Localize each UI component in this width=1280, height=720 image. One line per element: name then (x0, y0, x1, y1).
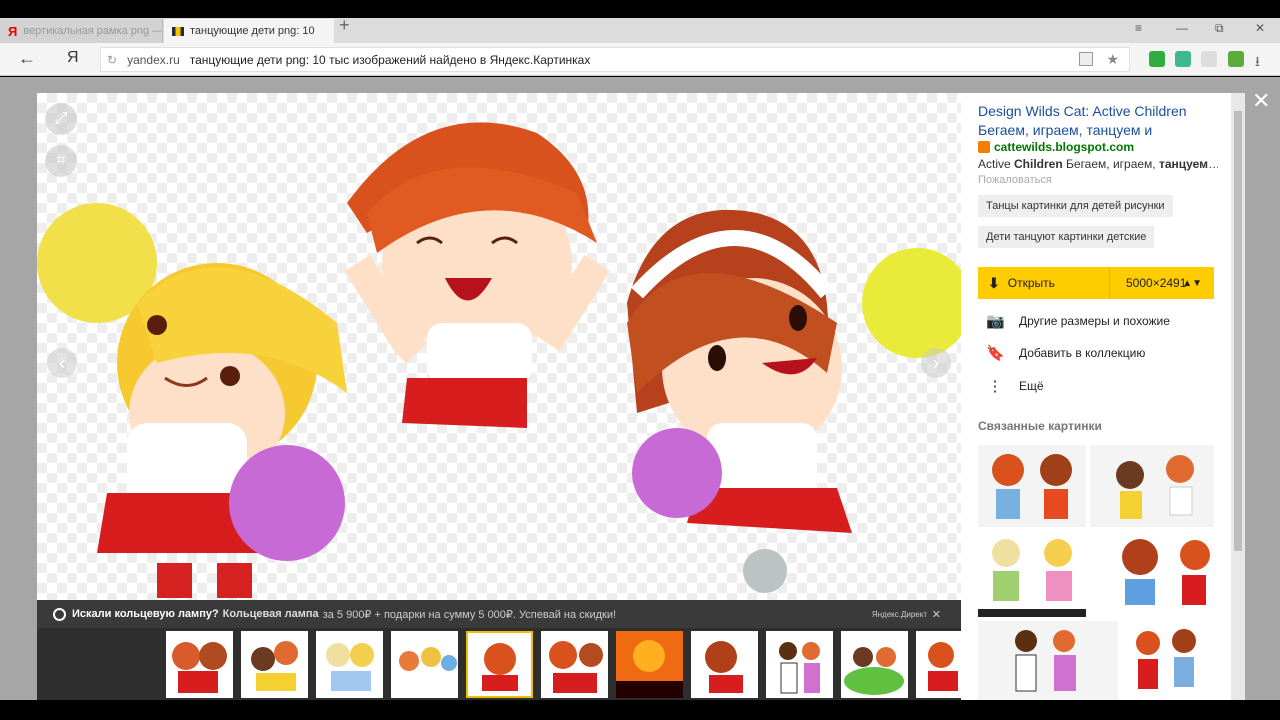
camera-icon: 📷 (986, 313, 1005, 330)
image-info-panel: Design Wilds Cat: Active Children Бегаем… (961, 93, 1231, 700)
related-image[interactable] (978, 445, 1086, 527)
thumbnail[interactable] (691, 631, 758, 698)
ad-text: за 5 900₽ + подарки на сумму 5 000₽. Усп… (322, 608, 617, 621)
ad-direct-label[interactable]: Яндекс.Директ (872, 610, 927, 619)
translate-extension-icon[interactable] (1228, 51, 1244, 67)
dancing-children-image (37, 122, 961, 598)
protect-shield-icon[interactable] (1149, 51, 1165, 67)
thumbnail[interactable] (166, 631, 233, 698)
boy-middle-figure (344, 122, 610, 428)
thumbnail[interactable] (841, 631, 908, 698)
close-window-button[interactable]: ✕ (1255, 21, 1265, 35)
tab-bar: Я вертикальная рамка png — танцующие дет… (0, 15, 1280, 43)
reload-icon[interactable]: ↻ (107, 53, 117, 67)
other-sizes-action[interactable]: 📷 Другие размеры и похожие (986, 312, 1170, 330)
screen-bottom-border (0, 700, 1280, 720)
thumbnail[interactable] (316, 631, 383, 698)
sort-arrows-icon[interactable]: ▲▼ (1182, 278, 1202, 289)
related-image[interactable] (1090, 445, 1214, 527)
thumbnail-strip (37, 628, 961, 700)
related-image[interactable] (978, 621, 1118, 700)
add-to-collection-action[interactable]: 🔖 Добавить в коллекцию (986, 344, 1145, 362)
thumbnail[interactable] (391, 631, 458, 698)
screen-top-border (0, 0, 1280, 18)
image-size-select[interactable]: 5000×2491 (1126, 276, 1186, 290)
action-label: Ещё (1019, 379, 1044, 393)
scrollbar-thumb[interactable] (1234, 111, 1242, 551)
source-site[interactable]: cattewilds.blogspot.com (978, 140, 1134, 154)
related-tag[interactable]: Танцы картинки для детей рисунки (978, 195, 1173, 217)
related-image[interactable] (978, 531, 1086, 617)
panel-scrollbar[interactable] (1231, 93, 1245, 700)
next-image-button[interactable]: › (921, 348, 951, 378)
related-image[interactable] (1090, 531, 1214, 617)
action-label: Другие размеры и похожие (1019, 314, 1170, 328)
source-title-link[interactable]: Design Wilds Cat: Active Children Бегаем… (978, 102, 1223, 140)
yandex-button[interactable]: Я (67, 49, 79, 67)
thumbnail[interactable] (616, 631, 683, 698)
related-heading: Связанные картинки (978, 419, 1102, 433)
url-domain: yandex.ru (127, 52, 180, 67)
action-label: Добавить в коллекцию (1019, 346, 1146, 360)
girl-left-figure (37, 203, 347, 598)
thumbnail-selected[interactable] (466, 631, 533, 698)
url-page-title: танцующие дети png: 10 тыс изображений н… (189, 52, 591, 67)
image-favicon-icon (172, 26, 184, 36)
tab-vertical-frame[interactable]: Я вертикальная рамка png — (0, 19, 163, 43)
yandex-favicon-icon: Я (8, 23, 18, 39)
more-action[interactable]: ⋮ Ещё (986, 377, 1044, 395)
prev-image-button[interactable]: ‹ (47, 348, 77, 378)
restore-button[interactable]: ⧉ (1215, 21, 1224, 36)
ad-close-button[interactable]: ✕ (932, 608, 941, 621)
minimize-button[interactable]: — (1176, 21, 1188, 35)
thumbnail[interactable] (241, 631, 308, 698)
related-image[interactable] (1122, 621, 1214, 700)
crop-icon[interactable]: ⌗ (45, 145, 77, 177)
tab-label: танцующие дети png: 10 (190, 25, 315, 37)
ad-question[interactable]: Искали кольцевую лампу? (72, 608, 219, 620)
ad-icon (53, 607, 66, 621)
menu-button[interactable]: ≡ (1135, 21, 1142, 35)
open-label: Открыть (1007, 276, 1055, 290)
vpn-icon[interactable] (1201, 51, 1217, 67)
download-arrow-icon: ⬇ (988, 274, 1000, 291)
more-icon: ⋮ (987, 378, 1003, 395)
tab-dancing-kids[interactable]: танцующие дети png: 10 (164, 19, 334, 43)
new-tab-button[interactable]: + (339, 15, 350, 36)
related-tag[interactable]: Дети танцуют картинки детские (978, 226, 1155, 248)
complain-link[interactable]: Пожаловаться (978, 174, 1052, 186)
source-description: Active Children Бегаем, играем, танцуем… (978, 157, 1218, 171)
bookmark-icon: 🔖 (986, 345, 1005, 362)
image-viewer[interactable]: ⤢ ⌗ ‹ › (37, 93, 961, 600)
bookmark-star-icon[interactable]: ★ (1106, 51, 1119, 68)
thumbnail[interactable] (541, 631, 608, 698)
tab-label: вертикальная рамка png — (23, 25, 163, 37)
fullscreen-icon[interactable]: ⤢ (45, 103, 77, 135)
close-viewer-button[interactable]: ✕ (1252, 88, 1270, 114)
blogger-icon (978, 141, 990, 153)
source-domain[interactable]: cattewilds.blogspot.com (994, 140, 1134, 154)
back-button[interactable]: ← (18, 48, 36, 69)
thumbnail[interactable] (916, 631, 961, 698)
button-divider (1109, 267, 1110, 299)
reader-mode-icon[interactable] (1079, 52, 1093, 66)
address-bar: ← Я ↻ yandex.ru танцующие дети png: 10 т… (0, 43, 1280, 76)
open-image-button[interactable]: ⬇ Открыть 5000×2491 ▲▼ (978, 267, 1214, 299)
ad-product[interactable]: Кольцевая лампа (223, 608, 319, 620)
girl-right-figure (627, 209, 961, 593)
extension-icon[interactable] (1175, 51, 1191, 67)
thumbnail[interactable] (766, 631, 833, 698)
ad-banner[interactable]: Искали кольцевую лампу? Кольцевая лампа … (37, 600, 961, 628)
download-icon[interactable]: ⭳ (1255, 51, 1271, 69)
url-field[interactable]: ↻ yandex.ru танцующие дети png: 10 тыс и… (100, 47, 1130, 72)
